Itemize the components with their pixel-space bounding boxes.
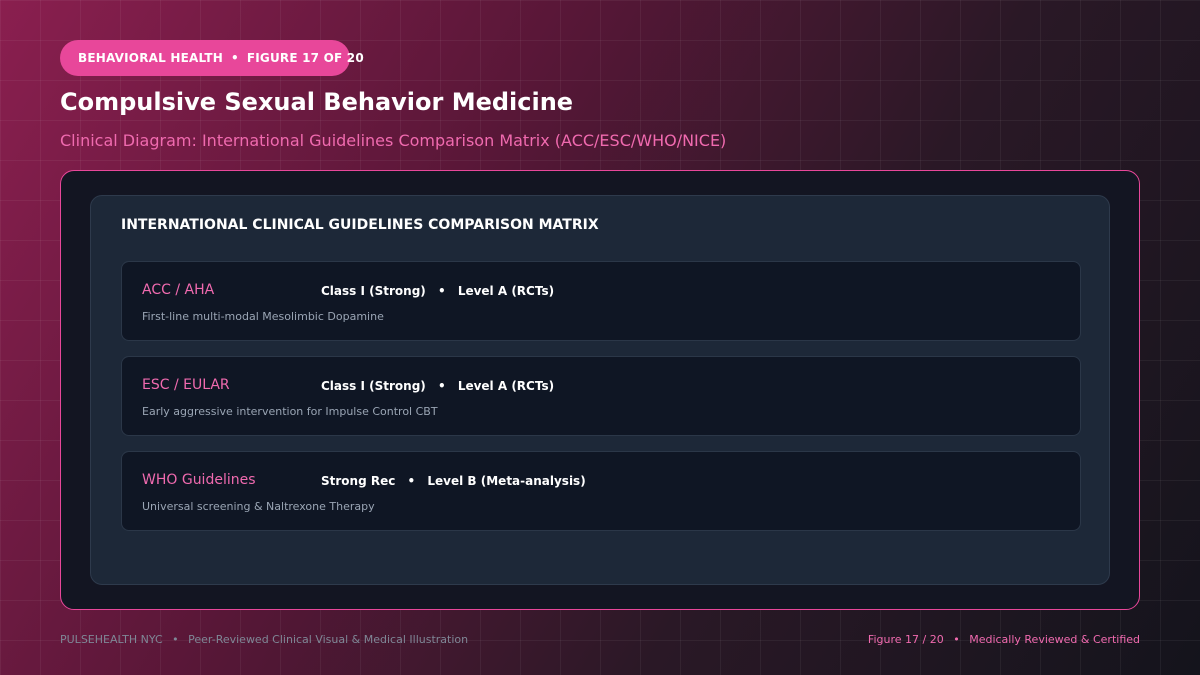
guideline-recommendation: Class I (Strong) • Level A (RCTs) [321, 284, 554, 298]
diagram-frame: INTERNATIONAL CLINICAL GUIDELINES COMPAR… [60, 170, 1140, 610]
footer-status: Figure 17 / 20 • Medically Reviewed & Ce… [868, 633, 1140, 646]
footer-brand: PULSEHEALTH NYC [60, 633, 163, 646]
bullet-separator: • [172, 633, 179, 646]
guideline-row-acc-aha: ACC / AHA Class I (Strong) • Level A (RC… [121, 261, 1081, 341]
guideline-description: Early aggressive intervention for Impuls… [142, 405, 438, 418]
guideline-description: First-line multi-modal Mesolimbic Dopami… [142, 310, 384, 323]
footer-credits: PULSEHEALTH NYC • Peer-Reviewed Clinical… [60, 633, 468, 646]
footer-tagline: Peer-Reviewed Clinical Visual & Medical … [188, 633, 469, 646]
guideline-name: WHO Guidelines [142, 472, 256, 488]
category-badge: BEHAVIORAL HEALTH • FIGURE 17 OF 20 [60, 40, 364, 76]
guidelines-panel: INTERNATIONAL CLINICAL GUIDELINES COMPAR… [90, 195, 1110, 585]
category-label: BEHAVIORAL HEALTH [78, 51, 223, 65]
footer-figure: Figure 17 / 20 [867, 633, 944, 646]
page-title: Compulsive Sexual Behavior Medicine [60, 88, 574, 116]
evidence-level: Level A (RCTs) [457, 379, 555, 393]
guideline-name: ACC / AHA [142, 282, 215, 298]
evidence-level: Level A (RCTs) [457, 284, 555, 298]
bullet-separator: • [407, 474, 416, 488]
recommendation-strength: Class I (Strong) [321, 379, 426, 393]
recommendation-strength: Strong Rec [321, 474, 396, 488]
guideline-recommendation: Strong Rec • Level B (Meta-analysis) [321, 474, 586, 488]
bullet-separator: • [230, 51, 239, 65]
evidence-level: Level B (Meta-analysis) [427, 474, 586, 488]
guideline-description: Universal screening & Naltrexone Therapy [142, 500, 375, 513]
bullet-separator: • [953, 633, 960, 646]
footer-certification: Medically Reviewed & Certified [969, 633, 1140, 646]
guideline-name: ESC / EULAR [142, 377, 230, 393]
recommendation-strength: Class I (Strong) [321, 284, 426, 298]
figure-label: FIGURE 17 OF 20 [246, 51, 364, 65]
page-subtitle: Clinical Diagram: International Guidelin… [60, 131, 727, 150]
guideline-recommendation: Class I (Strong) • Level A (RCTs) [321, 379, 554, 393]
guideline-row-esc-eular: ESC / EULAR Class I (Strong) • Level A (… [121, 356, 1081, 436]
bullet-separator: • [437, 379, 446, 393]
guideline-row-who: WHO Guidelines Strong Rec • Level B (Met… [121, 451, 1081, 531]
panel-title: INTERNATIONAL CLINICAL GUIDELINES COMPAR… [121, 217, 599, 233]
bullet-separator: • [437, 284, 446, 298]
